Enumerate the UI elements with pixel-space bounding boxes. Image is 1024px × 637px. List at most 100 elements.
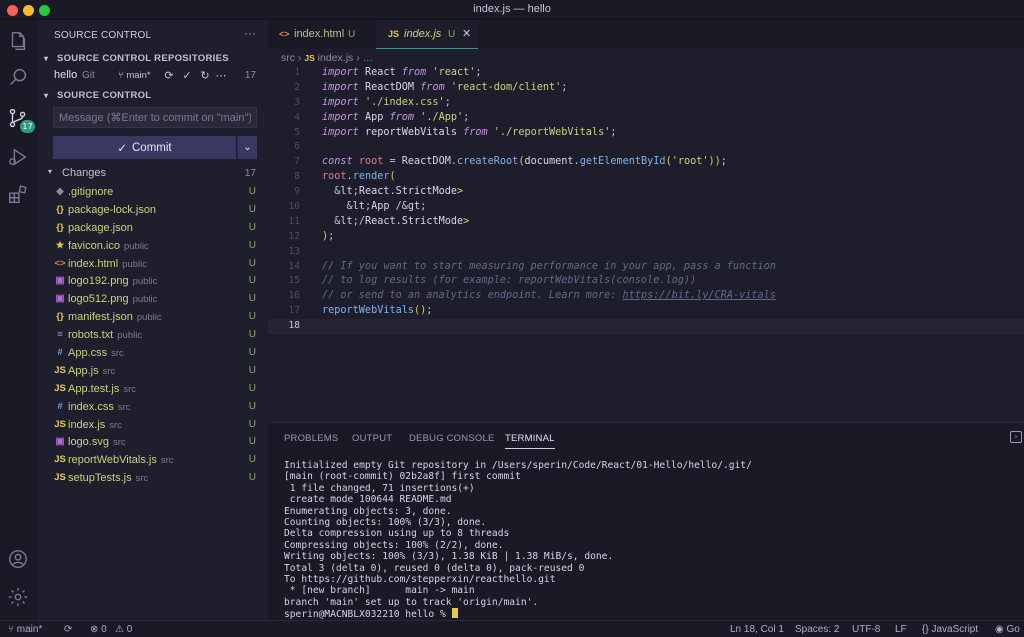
status-branch[interactable]: ⑂ main* [8,624,42,635]
search-icon[interactable] [7,66,31,90]
list-item[interactable]: {} package.json U [38,220,268,238]
list-item[interactable]: ▣ logo192.png public U [38,273,268,291]
code-line[interactable]: 18 [268,319,1024,335]
list-item[interactable]: JS setupTests.js src U [38,470,268,488]
source-control-icon[interactable]: 17 [7,107,35,133]
code-line[interactable]: 11 &lt;/React.StrictMode> [268,215,1024,230]
commit-check-icon[interactable]: ✓ [180,69,194,83]
code-line[interactable]: 3 import './index.css'; [268,96,1024,111]
maximize-panel-icon[interactable]: › [1010,431,1022,443]
repositories-section-header[interactable]: ▾ SOURCE CONTROL REPOSITORIES [44,53,229,64]
list-item[interactable]: # index.css src U [38,399,268,417]
code-text: import ReactDOM from 'react-dom/client'; [322,81,568,93]
status-encoding[interactable]: UTF-8 [852,624,880,635]
file-status: U [248,239,256,251]
source-control-section-header[interactable]: ▾ SOURCE CONTROL [44,90,151,101]
extensions-icon[interactable] [7,184,31,208]
close-tab-icon[interactable]: ✕ [462,27,471,40]
run-debug-icon[interactable] [7,146,31,170]
list-item[interactable]: JS App.js src U [38,363,268,381]
file-name-label: package.json [68,221,133,234]
code-line[interactable]: 2 import ReactDOM from 'react-dom/client'… [268,81,1024,96]
list-item[interactable]: <> index.html public U [38,256,268,274]
file-name: index.html public [68,258,147,270]
account-icon[interactable] [7,548,31,572]
tab-problems[interactable]: PROBLEMS [284,433,338,444]
commit-dropdown-button[interactable]: ⌄ [237,136,257,159]
list-item[interactable]: JS App.test.js src U [38,381,268,399]
repo-branch[interactable]: ⑂ main* [118,70,151,81]
sync-icon[interactable]: ⟳ [64,624,72,635]
file-name: index.js src [68,419,122,431]
code-line[interactable]: 7 const root = ReactDOM.createRoot(docume… [268,155,1024,170]
list-item[interactable]: {} manifest.json public U [38,309,268,327]
breadcrumb-file[interactable]: index.js [318,52,354,64]
code-line[interactable]: 16 // or send to an analytics endpoint. L… [268,289,1024,304]
file-name: .gitignore [68,186,117,198]
list-item[interactable]: JS index.js src U [38,417,268,435]
list-item[interactable]: ▣ logo512.png public U [38,291,268,309]
settings-gear-icon[interactable] [7,586,31,610]
file-name-label: setupTests.js [68,472,132,485]
file-directory: src [160,455,174,467]
commit-message-input[interactable] [53,107,257,128]
tab-index-html[interactable]: <> index.html U [268,20,374,49]
list-item[interactable]: JS reportWebVitals.js src U [38,452,268,470]
status-errors[interactable]: ⊗ 0 [90,624,107,635]
editor-tab-bar: <> index.html U JS index.js U ✕ [268,20,1024,49]
code-line[interactable]: 17 reportWebVitals(); [268,304,1024,319]
changes-group-header[interactable]: ▾ Changes 17 [38,166,268,182]
code-line[interactable]: 8 root.render( [268,170,1024,185]
status-branch-label: main* [16,624,43,635]
file-name: favicon.ico public [68,240,149,252]
code-line[interactable]: 12); [268,230,1024,245]
code-editor[interactable]: 1 import React from 'react'; 2 import React… [268,66,1024,422]
tab-debug-console[interactable]: DEBUG CONSOLE [409,433,494,444]
list-item[interactable]: ▣ logo.svg src U [38,434,268,452]
sync-changes-icon[interactable]: ⟳ [162,69,176,83]
tab-status: U [348,29,356,40]
terminal-line: create mode 100644 README.md [284,494,452,506]
tab-output[interactable]: OUTPUT [352,433,392,444]
tab-terminal[interactable]: TERMINAL [505,433,555,449]
status-eol[interactable]: LF [895,624,907,635]
file-status: U [248,436,256,448]
code-line[interactable]: 4 import App from './App'; [268,111,1024,126]
list-item[interactable]: ★ favicon.ico public U [38,238,268,256]
file-type-icon: ▣ [55,293,65,305]
code-line[interactable]: 9 &lt;React.StrictMode> [268,185,1024,200]
file-type-icon: JS [54,472,66,484]
commit-button[interactable]: ✓ Commit [53,136,236,159]
terminal-prompt[interactable]: sperin@MACNBLX032210 hello % [284,608,752,620]
repository-row[interactable]: hello Git ⑂ main* ⟳ ✓ ↻ ⋯ 17 [38,68,268,84]
file-status: U [248,186,256,197]
list-item[interactable]: ≡ robots.txt public U [38,327,268,345]
list-item[interactable]: # App.css src U [38,345,268,363]
line-number: 4 [294,111,300,123]
list-item[interactable]: {} package-lock.json U [38,202,268,220]
breadcrumb-more[interactable]: … [363,52,374,64]
tab-index-js[interactable]: JS index.js U ✕ [376,20,478,49]
status-warnings[interactable]: ⚠ 0 [115,624,132,635]
list-item[interactable]: ◆ .gitignore U [38,184,268,202]
refresh-icon[interactable]: ↻ [198,69,212,83]
files-icon[interactable] [7,30,31,54]
code-line[interactable]: 5 import reportWebVitals from './reportWe… [268,126,1024,141]
terminal-line: Delta compression using up to 8 threads [284,528,510,540]
status-indentation[interactable]: Spaces: 2 [795,624,839,635]
code-line[interactable]: 14 // If you want to start measuring perf… [268,260,1024,275]
more-icon[interactable]: ⋯ [214,69,228,83]
code-line[interactable]: 10 &lt;App /&gt; [268,200,1024,215]
status-go-live[interactable]: ◉ Go [995,624,1020,635]
code-line[interactable]: 1 import React from 'react'; [268,66,1024,81]
status-language[interactable]: {} JavaScript [922,624,978,635]
code-line[interactable]: 15 // to log results (for example: report… [268,274,1024,289]
status-cursor-position[interactable]: Ln 18, Col 1 [730,624,784,635]
breadcrumb-folder[interactable]: src [281,52,295,64]
more-actions-icon[interactable]: ··· [244,26,256,40]
code-text: import App from './App'; [322,111,470,123]
code-line[interactable]: 6 [268,140,1024,155]
code-line[interactable]: 13 [268,245,1024,260]
terminal-output[interactable]: Initialized empty Git repository in /Use… [284,460,752,620]
sidebar-title: SOURCE CONTROL [54,30,152,41]
